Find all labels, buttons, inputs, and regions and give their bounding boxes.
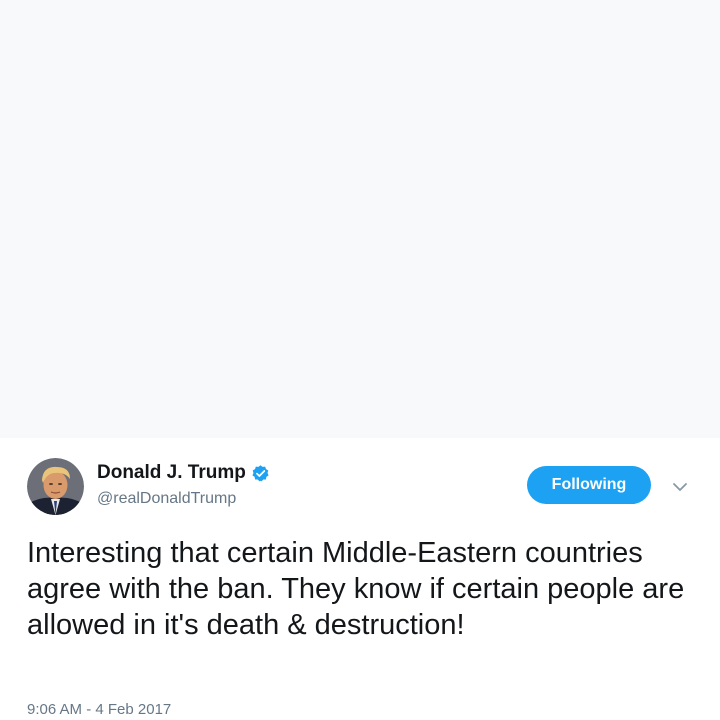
display-name[interactable]: Donald J. Trump: [97, 462, 270, 484]
tweet-card: Donald J. Trump @realDonaldTrump Followi…: [0, 438, 720, 720]
verified-badge-icon: [251, 464, 270, 483]
display-name-text: Donald J. Trump: [97, 462, 246, 483]
chevron-down-icon[interactable]: [672, 480, 688, 492]
tweet-timestamp[interactable]: 9:06 AM - 4 Feb 2017: [27, 701, 171, 718]
avatar[interactable]: [27, 458, 84, 515]
profile-photo-icon: [27, 458, 84, 515]
following-button[interactable]: Following: [527, 466, 651, 504]
user-handle[interactable]: @realDonaldTrump: [97, 490, 236, 508]
tweet-text: Interesting that certain Middle-Eastern …: [27, 537, 685, 641]
blank-image-area: [0, 0, 720, 438]
